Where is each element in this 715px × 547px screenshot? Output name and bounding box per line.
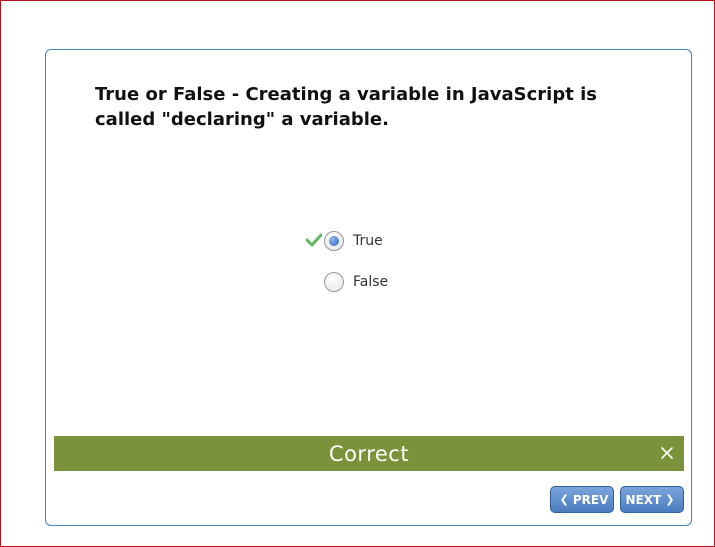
prev-button[interactable]: ❮ PREV — [550, 486, 614, 513]
option-false-label: False — [353, 274, 389, 290]
correct-checkmark-icon — [306, 233, 322, 247]
next-button-label: NEXT — [625, 492, 662, 507]
prev-button-label: PREV — [572, 492, 609, 507]
option-false[interactable]: False — [324, 272, 388, 292]
quiz-card: True or False - Creating a variable in J… — [45, 49, 692, 526]
close-icon[interactable] — [659, 445, 675, 461]
feedback-banner: Correct — [54, 436, 684, 471]
question-text: True or False - Creating a variable in J… — [95, 84, 597, 130]
option-true-label: True — [353, 233, 383, 249]
next-button[interactable]: NEXT ❯ — [620, 486, 684, 513]
feedback-text: Correct — [328, 441, 410, 466]
chevron-left-icon: ❮ — [559, 493, 569, 506]
radio-true[interactable] — [324, 231, 344, 251]
chevron-right-icon: ❯ — [665, 493, 675, 506]
radio-false[interactable] — [324, 272, 344, 292]
option-true[interactable]: True — [324, 231, 383, 251]
